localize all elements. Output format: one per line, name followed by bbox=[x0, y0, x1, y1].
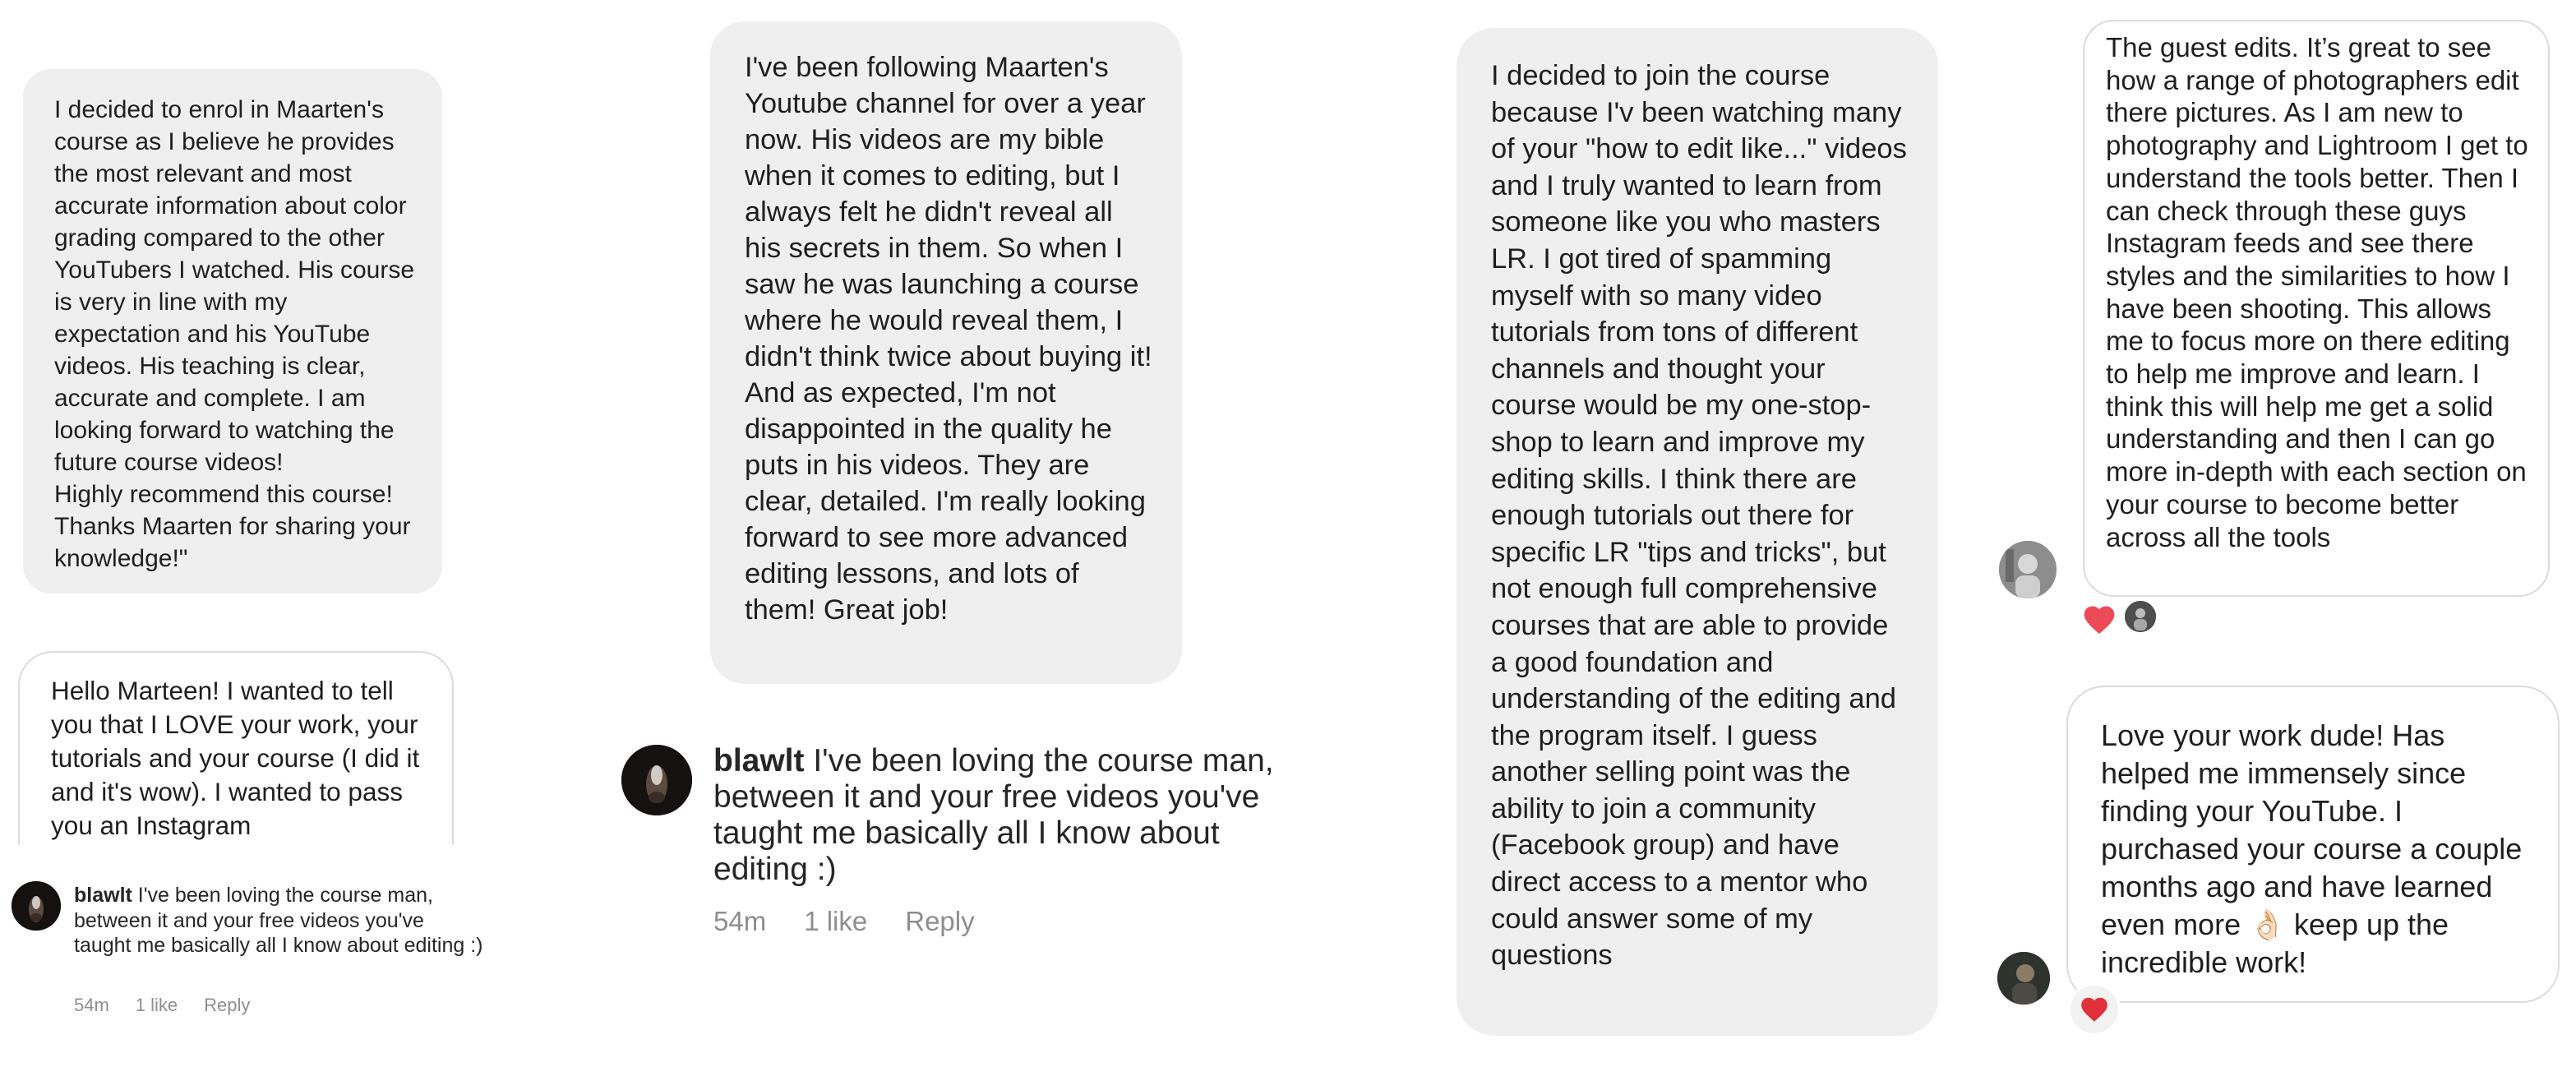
comment-text: blawlt I've been loving the course man, … bbox=[74, 883, 485, 958]
message-bubble-enrol: I decided to enrol in Maarten's course a… bbox=[23, 69, 442, 594]
commenter-avatar[interactable] bbox=[621, 745, 692, 815]
comment-username[interactable]: blawlt bbox=[713, 743, 805, 778]
comment-likes[interactable]: 1 like bbox=[804, 906, 867, 937]
comment-reply-button[interactable]: Reply bbox=[204, 995, 250, 1016]
heart-icon[interactable] bbox=[2081, 602, 2117, 638]
message-bubble-hello: Hello Marteen! I wanted to tell you that… bbox=[18, 651, 454, 845]
comment-likes[interactable]: 1 like bbox=[136, 995, 178, 1016]
comment-body: I've been loving the course man, between… bbox=[74, 884, 483, 957]
sender-avatar[interactable] bbox=[1999, 541, 2057, 598]
comment-reply-button[interactable]: Reply bbox=[905, 906, 974, 937]
message-bubble-guest-edits: The guest edits. It’s great to see how a… bbox=[2083, 20, 2550, 597]
commenter-avatar[interactable] bbox=[12, 881, 61, 931]
message-bubble-love-your-work: Love your work dude! Has helped me immen… bbox=[2066, 686, 2560, 1003]
comment-meta: 54m 1 like Reply bbox=[713, 906, 975, 937]
message-bubble-following: I've been following Maarten's Youtube ch… bbox=[710, 21, 1182, 684]
reactor-avatar[interactable] bbox=[2122, 598, 2158, 635]
comment-time: 54m bbox=[74, 995, 109, 1015]
message-bubble-join-course: I decided to join the course because I'v… bbox=[1457, 28, 1938, 1036]
heart-icon bbox=[2081, 997, 2107, 1022]
comment-time: 54m bbox=[713, 906, 767, 936]
comment-username[interactable]: blawlt bbox=[74, 884, 132, 907]
comment-meta: 54m 1 like Reply bbox=[74, 995, 250, 1016]
reaction-chip[interactable] bbox=[2068, 983, 2121, 1036]
comment-text: blawlt I've been loving the course man, … bbox=[713, 743, 1322, 888]
sender-avatar[interactable] bbox=[1997, 952, 2050, 1005]
